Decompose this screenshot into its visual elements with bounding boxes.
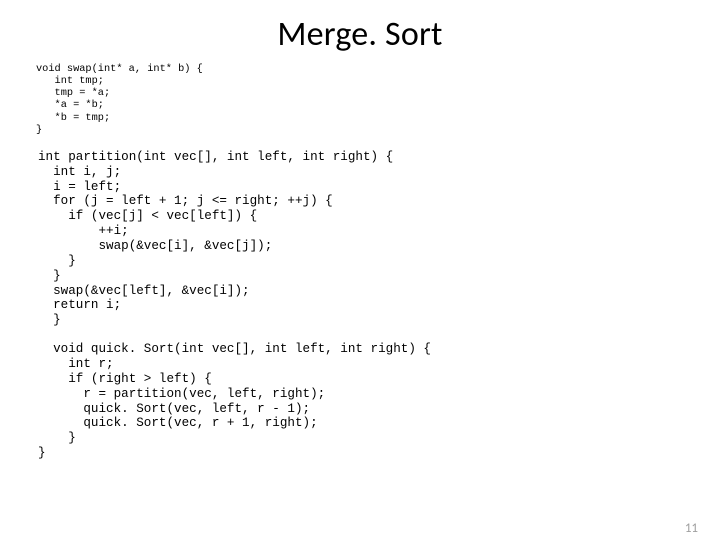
code-quicksort: void quick. Sort(int vec[], int left, in… (38, 342, 720, 461)
code-partition: int partition(int vec[], int left, int r… (38, 150, 720, 328)
code-swap: void swap(int* a, int* b) { int tmp; tmp… (36, 63, 720, 136)
slide-title: Merge. Sort (0, 14, 720, 55)
page-number: 11 (685, 521, 698, 536)
slide: Merge. Sort void swap(int* a, int* b) { … (0, 14, 720, 540)
